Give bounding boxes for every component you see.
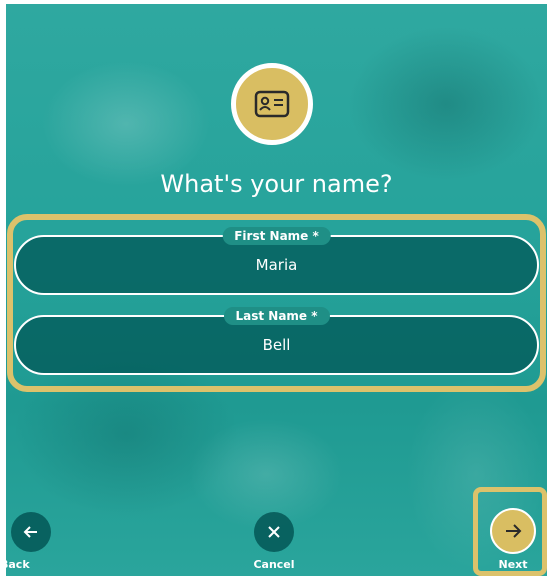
last-name-field[interactable]: Last Name * Bell bbox=[14, 307, 539, 375]
back-button[interactable] bbox=[11, 512, 51, 552]
next-label[interactable]: Next bbox=[483, 558, 543, 571]
close-icon bbox=[268, 526, 280, 538]
last-name-value[interactable]: Bell bbox=[16, 336, 537, 354]
last-name-label: Last Name * bbox=[223, 307, 330, 325]
back-label[interactable]: Back bbox=[6, 558, 40, 571]
first-name-field[interactable]: First Name * Maria bbox=[14, 227, 539, 295]
arrow-right-icon bbox=[506, 524, 522, 538]
first-name-value[interactable]: Maria bbox=[16, 256, 537, 274]
id-card-badge bbox=[231, 63, 313, 145]
page-title: What's your name? bbox=[160, 170, 393, 198]
id-card-icon bbox=[254, 90, 290, 118]
cancel-button[interactable] bbox=[254, 512, 294, 552]
first-name-label: First Name * bbox=[222, 227, 331, 245]
cancel-label[interactable]: Cancel bbox=[244, 558, 304, 571]
name-entry-screen: What's your name? First Name * Maria Las… bbox=[6, 4, 547, 576]
next-button[interactable] bbox=[490, 508, 536, 554]
arrow-left-icon bbox=[23, 526, 37, 538]
